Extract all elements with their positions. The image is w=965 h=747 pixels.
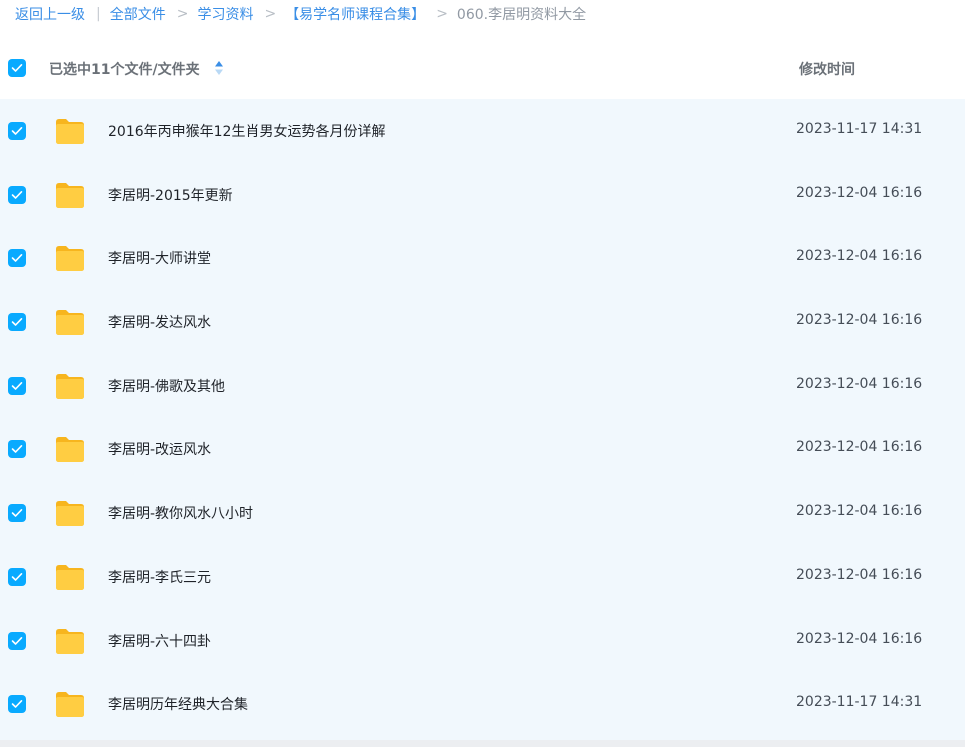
back-link[interactable]: 返回上一级 xyxy=(15,4,85,24)
folder-icon xyxy=(56,692,84,718)
row-checkbox[interactable] xyxy=(8,567,26,586)
folder-icon xyxy=(56,437,84,463)
breadcrumb-separator: > xyxy=(436,6,448,22)
file-row[interactable]: 李居明历年经典大合集 2023-11-17 14:31 xyxy=(0,672,965,736)
breadcrumb-course-collection[interactable]: 【易学名师课程合集】 xyxy=(285,4,425,24)
file-modified-time: 2023-12-04 16:16 xyxy=(796,503,923,520)
file-modified-time: 2023-11-17 14:31 xyxy=(796,694,923,711)
file-row[interactable]: 李居明-六十四卦 2023-12-04 16:16 xyxy=(0,609,965,673)
file-name: 李居明-佛歌及其他 xyxy=(108,378,226,395)
check-icon xyxy=(11,509,23,517)
file-list-header: 已选中11个文件/文件夹 修改时间 xyxy=(0,40,965,98)
row-checkbox[interactable] xyxy=(8,440,26,459)
folder-icon xyxy=(56,373,84,399)
selection-count-label: 已选中11个文件/文件夹 xyxy=(49,62,200,78)
sort-icon[interactable] xyxy=(214,60,224,76)
file-name: 李居明-改运风水 xyxy=(108,442,212,459)
file-row[interactable]: 李居明-大师讲堂 2023-12-04 16:16 xyxy=(0,226,965,290)
file-modified-time: 2023-12-04 16:16 xyxy=(796,566,923,583)
check-icon xyxy=(11,127,23,135)
modified-time-column-header[interactable]: 修改时间 xyxy=(799,59,855,79)
folder-icon xyxy=(56,246,84,272)
check-icon xyxy=(11,636,23,645)
file-modified-time: 2023-12-04 16:16 xyxy=(796,439,923,456)
folder-icon xyxy=(56,182,84,208)
check-icon xyxy=(11,190,23,199)
breadcrumb-divider: | xyxy=(96,6,101,22)
file-row[interactable]: 李居明-教你风水八小时 2023-12-04 16:16 xyxy=(0,481,965,545)
file-row[interactable]: 李居明-发达风水 2023-12-04 16:16 xyxy=(0,290,965,354)
file-name: 2016年丙申猴年12生肖男女运势各月份详解 xyxy=(108,124,386,140)
file-modified-time: 2023-12-04 16:16 xyxy=(796,375,923,392)
row-checkbox[interactable] xyxy=(8,695,26,714)
check-icon xyxy=(11,572,23,581)
file-name: 李居明历年经典大合集 xyxy=(108,697,248,714)
file-modified-time: 2023-12-04 16:16 xyxy=(796,630,923,647)
breadcrumb-separator: > xyxy=(264,6,277,22)
file-name: 李居明-教你风水八小时 xyxy=(108,506,254,523)
select-all-checkbox[interactable] xyxy=(8,59,26,77)
folder-icon xyxy=(56,564,84,590)
folder-icon xyxy=(56,310,84,336)
folder-icon xyxy=(56,119,84,144)
file-name: 李居明-2015年更新 xyxy=(108,187,233,204)
row-checkbox[interactable] xyxy=(8,185,26,204)
breadcrumb-separator: > xyxy=(176,6,189,22)
check-icon xyxy=(11,64,23,72)
row-checkbox[interactable] xyxy=(8,504,26,523)
check-icon xyxy=(11,318,23,326)
row-checkbox[interactable] xyxy=(8,631,26,650)
check-icon xyxy=(11,445,23,454)
file-name: 李居明-发达风水 xyxy=(108,315,212,332)
file-name: 李居明-李氏三元 xyxy=(108,569,212,586)
file-name: 李居明-六十四卦 xyxy=(108,633,212,650)
file-modified-time: 2023-12-04 16:16 xyxy=(796,248,923,265)
breadcrumb: 返回上一级 | 全部文件 > 学习资料 > 【易学名师课程合集】 > 060.李… xyxy=(15,4,586,24)
file-row[interactable]: 李居明-改运风水 2023-12-04 16:16 xyxy=(0,417,965,481)
file-modified-time: 2023-12-04 16:16 xyxy=(796,312,923,329)
breadcrumb-study-materials[interactable]: 学习资料 xyxy=(197,4,253,24)
breadcrumb-all-files[interactable]: 全部文件 xyxy=(110,4,166,24)
row-checkbox[interactable] xyxy=(8,249,26,268)
breadcrumb-current: 060.李居明资料大全 xyxy=(456,7,587,23)
file-row[interactable]: 2016年丙申猴年12生肖男女运势各月份详解 2023-11-17 14:31 xyxy=(0,99,965,163)
horizontal-scrollbar[interactable] xyxy=(0,740,965,747)
folder-icon xyxy=(56,628,84,654)
file-row[interactable]: 李居明-2015年更新 2023-12-04 16:16 xyxy=(0,163,965,227)
file-row[interactable]: 李居明-李氏三元 2023-12-04 16:16 xyxy=(0,545,965,609)
file-modified-time: 2023-12-04 16:16 xyxy=(796,184,923,201)
row-checkbox[interactable] xyxy=(8,313,26,332)
check-icon xyxy=(11,254,23,263)
folder-icon xyxy=(56,501,84,527)
row-checkbox[interactable] xyxy=(8,122,26,140)
check-icon xyxy=(11,381,23,390)
file-list: 2016年丙申猴年12生肖男女运势各月份详解 2023-11-17 14:31 … xyxy=(0,99,965,740)
file-row[interactable]: 李居明-佛歌及其他 2023-12-04 16:16 xyxy=(0,354,965,418)
file-modified-time: 2023-11-17 14:31 xyxy=(796,121,923,137)
file-name: 李居明-大师讲堂 xyxy=(108,251,212,268)
row-checkbox[interactable] xyxy=(8,376,26,395)
check-icon xyxy=(11,700,23,708)
